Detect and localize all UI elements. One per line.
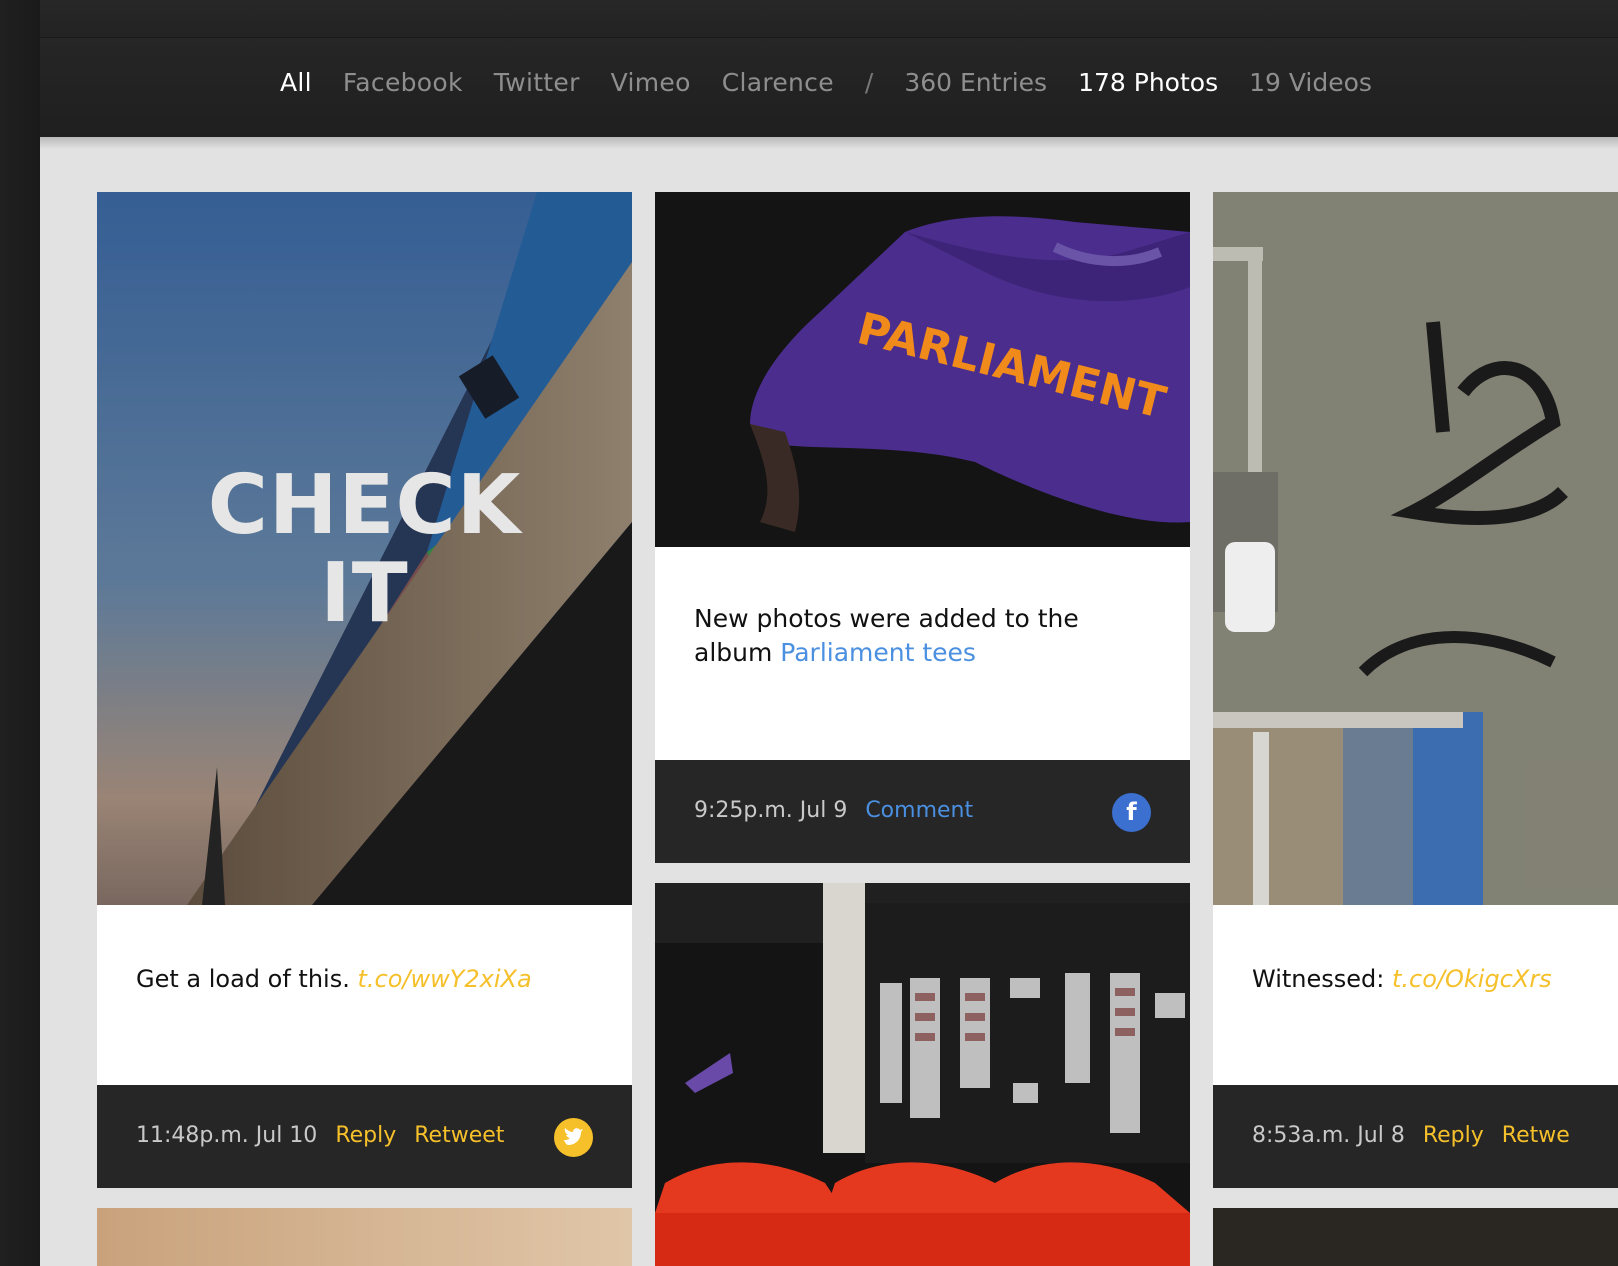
timestamp: 9:25p.m. Jul 9 <box>694 798 848 823</box>
filter-videos[interactable]: 19 Videos <box>1249 68 1372 97</box>
tweet-body: Witnessed: <box>1252 965 1392 993</box>
nav-separator: / <box>864 68 874 97</box>
overlay-line-2: IT <box>320 546 409 641</box>
filter-twitter[interactable]: Twitter <box>494 68 580 97</box>
retweet-link[interactable]: Retwe <box>1502 1123 1570 1148</box>
photo-card-lounge[interactable] <box>655 883 1190 1266</box>
filter-entries[interactable]: 360 Entries <box>904 68 1047 97</box>
train-photo[interactable]: CHECK IT <box>97 192 632 905</box>
photo-card-peek-right[interactable] <box>1213 1208 1618 1266</box>
tweet-link[interactable]: t.co/wwY2xiXa <box>357 965 531 993</box>
retweet-link[interactable]: Retweet <box>414 1123 504 1148</box>
tweet-footer: 11:48p.m. Jul 10 Reply Retweet <box>97 1085 632 1188</box>
timestamp: 11:48p.m. Jul 10 <box>136 1123 318 1148</box>
top-bar <box>40 0 1618 38</box>
filter-clarence[interactable]: Clarence <box>722 68 834 97</box>
facebook-post-text: New photos were added to the album Parli… <box>655 602 1114 670</box>
lounge-photo-image <box>655 883 1190 1266</box>
parliament-shirt-photo[interactable]: PARLIAMENT <box>655 192 1190 547</box>
tweet-footer: 8:53a.m. Jul 8 Reply Retwe <box>1213 1085 1618 1188</box>
reply-link[interactable]: Reply <box>1423 1123 1484 1148</box>
facebook-card-parliament[interactable]: PARLIAMENT New photos were added to the … <box>655 192 1190 863</box>
lounge-photo[interactable] <box>655 883 1190 1266</box>
timestamp: 8:53a.m. Jul 8 <box>1252 1123 1405 1148</box>
tweet-text: Get a load of this. t.co/wwY2xiXa <box>97 962 632 996</box>
filter-vimeo[interactable]: Vimeo <box>611 68 691 97</box>
filter-nav: All Facebook Twitter Vimeo Clarence / 36… <box>40 38 1618 137</box>
filter-all[interactable]: All <box>280 68 312 97</box>
photo-card-peek-left[interactable] <box>97 1208 632 1266</box>
filter-photos[interactable]: 178 Photos <box>1078 68 1218 97</box>
tweet-text: Witnessed: t.co/OkigcXrs <box>1213 962 1618 996</box>
tweet-card-check-it[interactable]: CHECK IT Get a load of this. t.co/wwY2xi… <box>97 192 632 1188</box>
check-it-overlay: CHECK IT <box>97 462 632 638</box>
overlay-line-1: CHECK <box>207 458 522 553</box>
parliament-shirt-image: PARLIAMENT <box>655 192 1190 547</box>
tweet-link[interactable]: t.co/OkigcXrs <box>1392 965 1552 993</box>
graffiti-photo-image <box>1213 192 1618 905</box>
comment-link[interactable]: Comment <box>865 798 973 823</box>
tweet-card-witnessed[interactable]: Witnessed: t.co/OkigcXrs 8:53a.m. Jul 8 … <box>1213 192 1618 1188</box>
facebook-footer: 9:25p.m. Jul 9 Comment f <box>655 760 1190 863</box>
twitter-bird-icon <box>554 1118 593 1157</box>
facebook-badge-letter: f <box>1126 798 1137 826</box>
filter-facebook[interactable]: Facebook <box>343 68 463 97</box>
facebook-icon: f <box>1112 793 1151 832</box>
reply-link[interactable]: Reply <box>335 1123 396 1148</box>
tweet-body: Get a load of this. <box>136 965 358 993</box>
left-rail <box>0 0 40 1266</box>
feed-grid: CHECK IT Get a load of this. t.co/wwY2xi… <box>40 137 1618 1266</box>
album-link[interactable]: Parliament tees <box>780 638 976 667</box>
graffiti-photo[interactable] <box>1213 192 1618 905</box>
